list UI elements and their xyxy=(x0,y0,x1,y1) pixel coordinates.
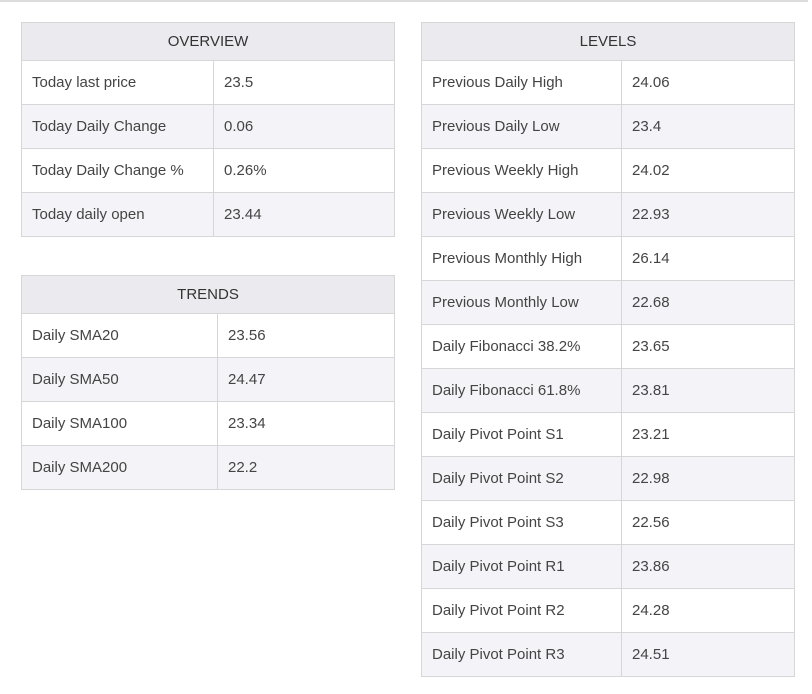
table-row: Previous Weekly High 24.02 xyxy=(421,148,795,193)
table-row: Daily SMA100 23.34 xyxy=(21,401,396,446)
table-row: Daily Pivot Point S2 22.98 xyxy=(421,456,795,501)
row-value: 23.34 xyxy=(216,401,396,446)
row-label: Daily SMA20 xyxy=(21,313,218,358)
table-row: Previous Monthly Low 22.68 xyxy=(421,280,795,325)
row-value: 22.56 xyxy=(621,500,795,545)
row-label: Daily Pivot Point R1 xyxy=(421,544,622,589)
row-label: Daily SMA100 xyxy=(21,401,218,446)
row-value: 23.44 xyxy=(212,192,396,237)
row-label: Daily Fibonacci 61.8% xyxy=(421,368,622,413)
row-label: Previous Weekly Low xyxy=(421,192,622,237)
row-label: Today Daily Change % xyxy=(21,148,214,193)
table-row: Daily SMA20 23.56 xyxy=(21,313,396,358)
table-row: Daily Pivot Point R2 24.28 xyxy=(421,588,795,633)
row-value: 24.28 xyxy=(621,588,795,633)
table-row: Daily Fibonacci 38.2% 23.65 xyxy=(421,324,795,369)
row-label: Today last price xyxy=(21,60,214,105)
row-value: 24.47 xyxy=(216,357,396,402)
levels-table: LEVELS Previous Daily High 24.06 Previou… xyxy=(421,22,795,677)
row-label: Today daily open xyxy=(21,192,214,237)
overview-header-row: OVERVIEW xyxy=(20,22,396,61)
table-row: Daily Pivot Point S3 22.56 xyxy=(421,500,795,545)
row-value: 26.14 xyxy=(621,236,795,281)
row-value: 22.93 xyxy=(621,192,795,237)
row-value: 24.51 xyxy=(621,632,795,677)
row-value: 24.06 xyxy=(621,60,795,105)
row-label: Daily Pivot Point S2 xyxy=(421,456,622,501)
row-value: 23.81 xyxy=(621,368,795,413)
row-label: Daily Fibonacci 38.2% xyxy=(421,324,622,369)
row-value: 0.26% xyxy=(212,148,396,193)
table-row: Previous Daily High 24.06 xyxy=(421,60,795,105)
row-value: 23.86 xyxy=(621,544,795,589)
table-row: Today last price 23.5 xyxy=(21,60,396,105)
row-label: Previous Daily High xyxy=(421,60,622,105)
table-row: Daily SMA50 24.47 xyxy=(21,357,396,402)
row-label: Daily Pivot Point S1 xyxy=(421,412,622,457)
trends-table: TRENDS Daily SMA20 23.56 Daily SMA50 24.… xyxy=(20,275,396,490)
row-label: Previous Weekly High xyxy=(421,148,622,193)
table-row: Previous Daily Low 23.4 xyxy=(421,104,795,149)
row-value: 23.5 xyxy=(212,60,396,105)
row-value: 22.68 xyxy=(621,280,795,325)
row-label: Daily SMA200 xyxy=(21,445,218,490)
levels-title: LEVELS xyxy=(421,22,795,61)
row-value: 0.06 xyxy=(212,104,396,149)
table-row: Today Daily Change 0.06 xyxy=(21,104,396,149)
row-label: Daily Pivot Point S3 xyxy=(421,500,622,545)
row-value: 23.21 xyxy=(621,412,795,457)
trends-header-row: TRENDS xyxy=(20,275,396,314)
table-row: Today daily open 23.44 xyxy=(21,192,396,237)
levels-header-row: LEVELS xyxy=(421,22,795,61)
row-label: Daily SMA50 xyxy=(21,357,218,402)
overview-table: OVERVIEW Today last price 23.5 Today Dai… xyxy=(20,22,396,237)
top-divider xyxy=(0,0,808,2)
row-value: 22.98 xyxy=(621,456,795,501)
row-label: Daily Pivot Point R2 xyxy=(421,588,622,633)
row-label: Previous Monthly Low xyxy=(421,280,622,325)
row-label: Daily Pivot Point R3 xyxy=(421,632,622,677)
trends-title: TRENDS xyxy=(20,275,396,314)
table-row: Daily SMA200 22.2 xyxy=(21,445,396,490)
table-row: Daily Pivot Point R1 23.86 xyxy=(421,544,795,589)
table-row: Daily Pivot Point R3 24.51 xyxy=(421,632,795,677)
row-label: Today Daily Change xyxy=(21,104,214,149)
table-row: Previous Weekly Low 22.93 xyxy=(421,192,795,237)
row-value: 24.02 xyxy=(621,148,795,193)
row-label: Previous Monthly High xyxy=(421,236,622,281)
table-row: Daily Pivot Point S1 23.21 xyxy=(421,412,795,457)
row-value: 23.56 xyxy=(216,313,396,358)
row-label: Previous Daily Low xyxy=(421,104,622,149)
table-row: Daily Fibonacci 61.8% 23.81 xyxy=(421,368,795,413)
overview-title: OVERVIEW xyxy=(20,22,396,61)
table-row: Today Daily Change % 0.26% xyxy=(21,148,396,193)
row-value: 23.65 xyxy=(621,324,795,369)
row-value: 23.4 xyxy=(621,104,795,149)
row-value: 22.2 xyxy=(216,445,396,490)
table-row: Previous Monthly High 26.14 xyxy=(421,236,795,281)
